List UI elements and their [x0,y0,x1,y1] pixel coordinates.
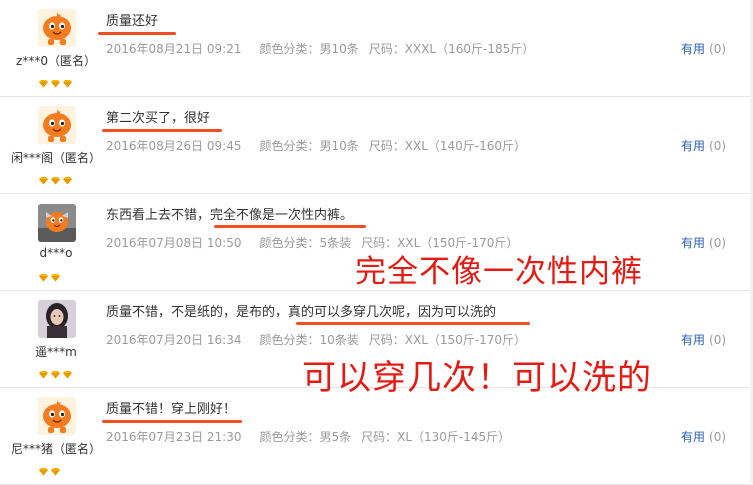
size-variant: 尺码：XXXL（160斤-185斤） [368,42,535,56]
orange-mascot-icon [38,9,76,47]
color-variant: 颜色分类：男10条 [259,42,359,56]
diamond-icon [38,170,49,185]
review-item: 闲***阁（匿名） 第二次买了，很好 2016年08月26日 09:45 颜色分类… [0,97,753,194]
highlight-underline [214,225,366,228]
color-variant: 颜色分类：10条装 [259,333,359,347]
highlight-underline [98,32,176,35]
diamond-icon [38,73,49,88]
review-text: 质量还好 [106,14,159,29]
annotation-text: 可以穿几次！可以洗的 [302,358,652,398]
diamond-icon [50,170,61,185]
review-text: 质量不错！穿上刚好！ [106,402,237,417]
color-variant: 颜色分类：男10条 [259,139,359,153]
useful-count: (0) [709,333,727,347]
useful-vote[interactable]: 有用 (0) [681,40,726,57]
color-variant: 颜色分类：5条装 [259,236,352,250]
username: 遥***m [35,345,77,359]
review-date: 2016年07月20日 16:34 [106,333,242,347]
avatar[interactable] [38,300,76,338]
diamond-icon [50,364,61,379]
diamond-icon [62,73,73,88]
username: 尼***猪（匿名） [10,442,101,456]
review-meta: 2016年07月20日 16:34 颜色分类：10条装 尺码：XXL（150斤-17… [106,331,526,348]
review-date: 2016年07月08日 10:50 [106,236,242,250]
useful-count: (0) [709,42,727,56]
review-item: 尼***猪（匿名） 质量不错！穿上刚好！ 2016年07月23日 21:30 颜色… [0,388,753,485]
diamond-icon [38,267,49,282]
size-variant: 尺码：XL（130斤-145斤） [361,430,511,444]
review-meta: 2016年08月21日 09:21 颜色分类：男10条 尺码：XXXL（160斤-1… [106,40,534,57]
useful-count: (0) [709,236,727,250]
buyer-badges [38,73,73,88]
avatar[interactable] [38,204,76,242]
useful-vote[interactable]: 有用 (0) [681,234,726,251]
color-variant: 颜色分类：男5条 [259,430,352,444]
review-item: z***0（匿名） 质量还好 2016年08月21日 09:21 颜色分类：男10… [0,0,753,97]
buyer-badges [38,461,61,476]
useful-button[interactable]: 有用 [681,42,705,56]
diamond-icon [62,170,73,185]
review-date: 2016年07月23日 21:30 [106,430,242,444]
diamond-icon [38,461,49,476]
orange-mascot-icon [38,397,76,435]
useful-vote[interactable]: 有用 (0) [681,331,726,348]
useful-count: (0) [709,430,727,444]
useful-button[interactable]: 有用 [681,236,705,250]
review-text: 东西看上去不错，完全不像是一次性内裤。 [106,208,354,223]
highlight-underline [102,420,242,423]
diamond-icon [50,461,61,476]
diamond-icon [50,73,61,88]
username: d***o [39,246,73,260]
review-text: 质量不错，不是纸的，是布的，真的可以多穿几次呢，因为可以洗的 [106,305,497,320]
size-variant: 尺码：XXL（140斤-160斤） [368,139,527,153]
useful-button[interactable]: 有用 [681,333,705,347]
size-variant: 尺码：XXL（150斤-170斤） [368,333,527,347]
orange-mascot-icon [38,106,76,144]
username: 闲***阁（匿名） [10,151,101,165]
buyer-badges [38,267,61,282]
highlight-underline [296,322,530,325]
useful-button[interactable]: 有用 [681,430,705,444]
review-date: 2016年08月26日 09:45 [106,139,242,153]
useful-vote[interactable]: 有用 (0) [681,137,726,154]
useful-count: (0) [709,139,727,153]
diamond-icon [50,267,61,282]
useful-button[interactable]: 有用 [681,139,705,153]
annotation-text: 完全不像一次性内裤 [355,254,643,290]
review-date: 2016年08月21日 09:21 [106,42,242,56]
review-meta: 2016年08月26日 09:45 颜色分类：男10条 尺码：XXL（140斤-16… [106,137,526,154]
highlight-underline [102,129,222,132]
avatar[interactable] [38,106,76,144]
buyer-badges [38,364,73,379]
username: z***0（匿名） [16,54,96,68]
user-photo-icon [38,300,76,338]
avatar[interactable] [38,9,76,47]
buyer-badges [38,170,73,185]
diamond-icon [38,364,49,379]
diamond-icon [62,364,73,379]
user-photo-icon [38,204,76,242]
avatar[interactable] [38,397,76,435]
review-text: 第二次买了，很好 [106,111,211,126]
useful-vote[interactable]: 有用 (0) [681,428,726,445]
review-meta: 2016年07月23日 21:30 颜色分类：男5条 尺码：XL（130斤-145斤… [106,428,510,445]
